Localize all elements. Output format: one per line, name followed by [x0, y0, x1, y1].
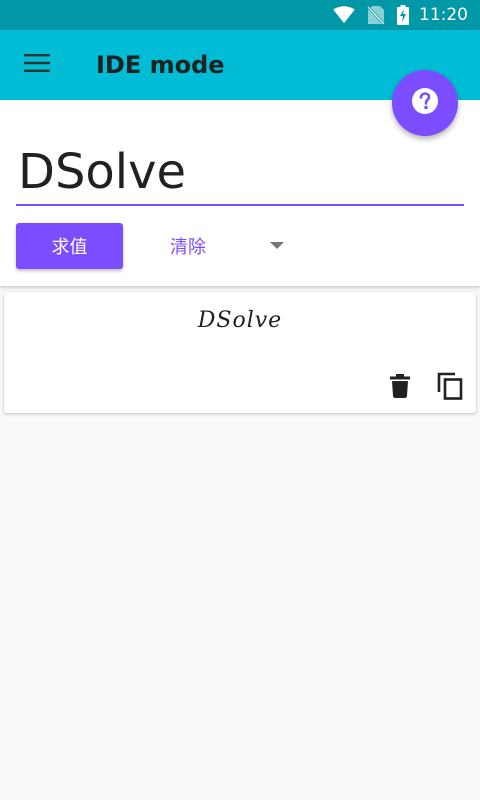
- dropdown-button[interactable]: [262, 236, 292, 256]
- copy-button[interactable]: [432, 370, 468, 406]
- no-sim-icon: [367, 5, 385, 25]
- battery-charging-icon: [397, 5, 409, 25]
- help-icon: [411, 87, 439, 120]
- copy-icon: [437, 372, 463, 405]
- evaluate-button[interactable]: 求值: [16, 223, 123, 269]
- dropdown-arrow-icon: [270, 237, 284, 255]
- result-card: DSolve: [4, 292, 476, 413]
- expression-input[interactable]: [16, 140, 464, 206]
- menu-icon: [24, 53, 50, 78]
- result-expression: DSolve: [197, 308, 283, 333]
- wifi-icon: [333, 6, 355, 24]
- delete-icon: [390, 373, 410, 403]
- clock: 11:20: [419, 5, 468, 25]
- page-title: IDE mode: [96, 51, 225, 79]
- help-button[interactable]: [392, 70, 458, 136]
- menu-button[interactable]: [0, 30, 74, 100]
- clear-button[interactable]: 清除: [138, 223, 238, 269]
- status-bar: 11:20: [0, 0, 480, 30]
- delete-button[interactable]: [382, 370, 418, 406]
